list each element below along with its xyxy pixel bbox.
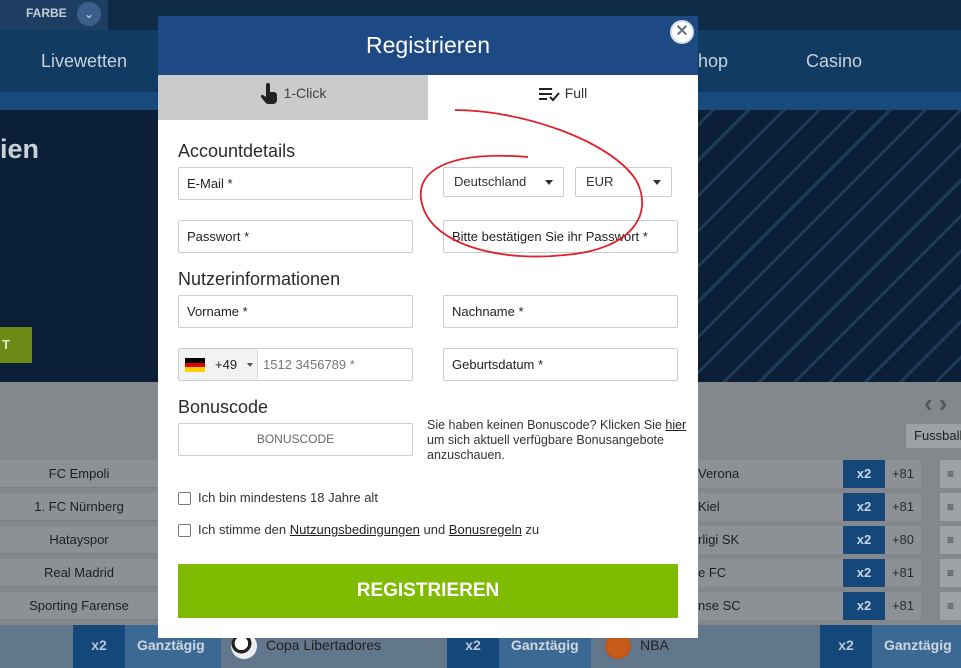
list-icon[interactable]: ≡ [940, 559, 961, 587]
bonus-hint-text: Sie haben keinen Bonuscode? Klicken Sie [427, 418, 666, 432]
match-away-team[interactable]: e FC [698, 559, 843, 587]
caret-down-icon [247, 363, 253, 367]
match-home-team[interactable]: Sporting Farense [0, 592, 158, 620]
terms-checkbox-label: Ich stimme den Nutzungsbedingungen und B… [198, 522, 539, 537]
bonuscode-input[interactable]: BONUSCODE [178, 423, 413, 456]
password-confirm-field[interactable]: Bitte bestätigen Sie ihr Passwort * [443, 220, 678, 253]
birthdate-field[interactable]: Geburtsdatum * [443, 348, 678, 381]
currency-select[interactable]: EUR [575, 167, 672, 197]
hand-pointer-icon [260, 83, 277, 105]
bonus-hint: Sie haben keinen Bonuscode? Klicken Sie … [427, 418, 695, 463]
currency-select-value: EUR [586, 174, 614, 189]
password-field[interactable]: Passwort * [178, 220, 413, 253]
email-field[interactable]: E-Mail * [178, 167, 413, 200]
tab-full-label: Full [564, 85, 588, 101]
bottom-x2-button[interactable]: x2 [820, 625, 872, 668]
registration-modal: Registrieren 1-Click Full Accountdetails… [158, 16, 698, 638]
hero-decoration [680, 110, 961, 382]
match-home-team[interactable]: Hatayspor [0, 526, 158, 554]
list-icon[interactable]: ≡ [940, 526, 961, 554]
match-away-team[interactable]: Kiel [698, 493, 843, 521]
country-select[interactable]: Deutschland [443, 167, 564, 197]
tab-1-click[interactable]: 1-Click [158, 75, 428, 120]
bottom-x2-button[interactable]: x2 [73, 625, 125, 668]
terms-prefix: Ich stimme den [198, 522, 290, 537]
phone-input[interactable]: 1512 3456789 * [263, 349, 355, 380]
section-accountdetails: Accountdetails [178, 141, 296, 161]
section-nutzerinformationen: Nutzerinformationen [178, 269, 341, 289]
age-checkbox[interactable] [178, 492, 191, 505]
chevron-down-icon[interactable]: ⌄ [77, 2, 101, 26]
country-select-value: Deutschland [454, 174, 527, 189]
last-name-field[interactable]: Nachname * [443, 295, 678, 328]
match-home-team[interactable]: 1. FC Nürnberg [0, 493, 158, 521]
carousel-arrows-icon[interactable]: ‹› [924, 388, 953, 419]
terms-middle: und [419, 522, 449, 537]
tab-1-click-label: 1-Click [283, 85, 327, 101]
odds-x2-button[interactable]: x2 [843, 460, 885, 488]
country-code-select[interactable]: +49 [179, 349, 258, 380]
match-home-team[interactable]: FC Empoli [0, 460, 158, 488]
phone-dial-code: +49 [215, 357, 238, 372]
list-check-icon [538, 88, 560, 102]
list-icon[interactable]: ≡ [940, 493, 961, 521]
match-away-team[interactable]: nse SC [698, 592, 843, 620]
bonus-hint-text-after: um sich aktuell verfügbare Bonusangebote… [427, 433, 664, 462]
sport-filter-fussball[interactable]: Fussball [906, 424, 961, 448]
terms-link[interactable]: Nutzungsbedingungen [290, 522, 420, 537]
terms-checkbox[interactable] [178, 524, 191, 537]
odds-x2-button[interactable]: x2 [843, 559, 885, 587]
match-home-team[interactable]: Real Madrid [0, 559, 158, 587]
match-away-team[interactable]: rligi SK [698, 526, 843, 554]
age-checkbox-label: Ich bin mindestens 18 Jahre alt [198, 490, 378, 505]
bottom-competition[interactable]: NBA [640, 637, 669, 653]
section-bonuscode: Bonuscode [178, 397, 269, 417]
register-button[interactable]: REGISTRIEREN [178, 564, 678, 618]
more-markets-button[interactable]: +81 [885, 592, 921, 620]
terms-suffix: zu [521, 522, 540, 537]
modal-title: Registrieren [158, 16, 698, 75]
hero-button[interactable]: T [0, 327, 32, 363]
nav-item-livewetten[interactable]: Livewetten [41, 51, 127, 72]
hero-title: ien [0, 134, 40, 164]
nav-item-shop[interactable]: Shop [698, 51, 728, 72]
bottom-competition[interactable]: Copa Libertadores [266, 637, 381, 653]
farbe-label: FARBE [26, 6, 67, 20]
more-markets-button[interactable]: +81 [885, 559, 921, 587]
more-markets-button[interactable]: +81 [885, 493, 921, 521]
odds-x2-button[interactable]: x2 [843, 592, 885, 620]
more-markets-button[interactable]: +80 [885, 526, 921, 554]
odds-x2-button[interactable]: x2 [843, 493, 885, 521]
germany-flag-icon [185, 358, 205, 372]
tab-full[interactable]: Full [428, 75, 698, 120]
bottom-ganztaegig-tag[interactable]: Ganztägig [872, 625, 961, 668]
close-icon[interactable]: ✕ [670, 20, 694, 44]
odds-x2-button[interactable]: x2 [843, 526, 885, 554]
caret-down-icon [653, 180, 661, 185]
phone-field[interactable]: +49 1512 3456789 * [178, 348, 413, 381]
first-name-field[interactable]: Vorname * [178, 295, 413, 328]
caret-down-icon [545, 180, 553, 185]
list-icon[interactable]: ≡ [940, 592, 961, 620]
bonus-hint-link[interactable]: hier [665, 418, 686, 432]
more-markets-button[interactable]: +81 [885, 460, 921, 488]
list-icon[interactable]: ≡ [940, 460, 961, 488]
match-away-team[interactable]: Verona [698, 460, 843, 488]
bonus-rules-link[interactable]: Bonusregeln [449, 522, 522, 537]
nav-item-casino[interactable]: Casino [806, 51, 862, 72]
